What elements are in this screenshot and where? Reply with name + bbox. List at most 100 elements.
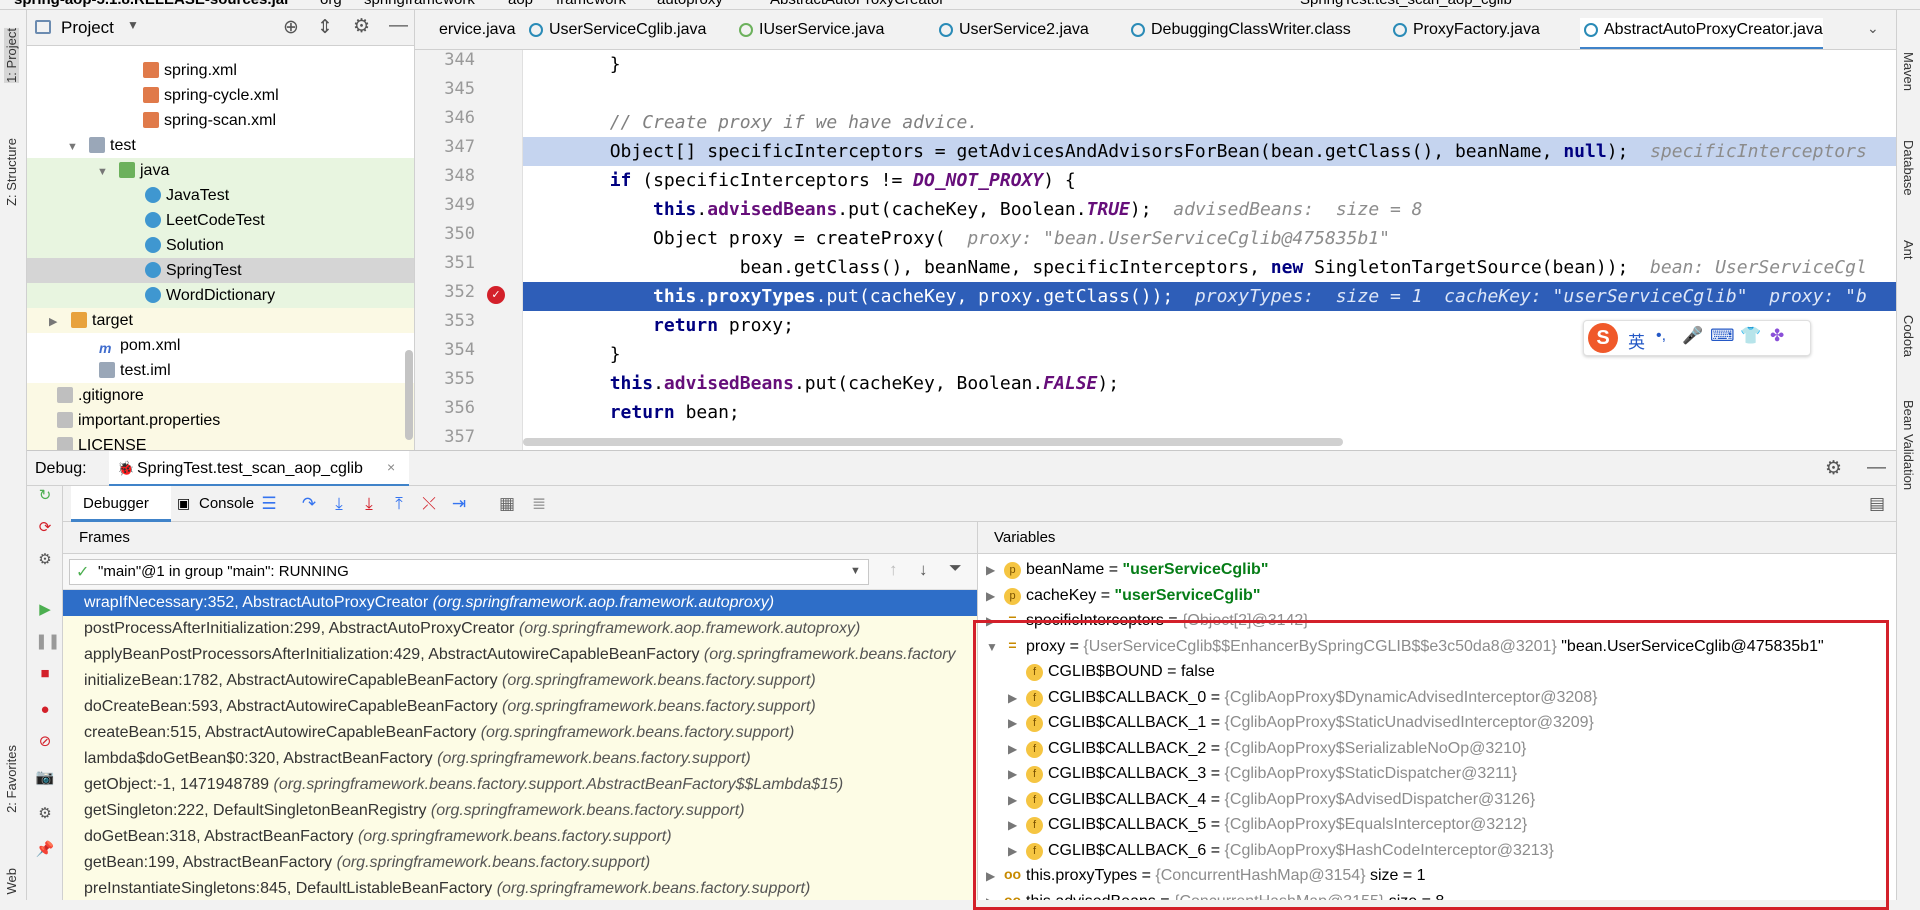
close-icon[interactable]: × [387,459,395,475]
tree-item-java-folder[interactable]: ▼ java [27,158,414,185]
database-tool-tab[interactable]: Database [1901,140,1916,196]
stack-frame-row[interactable]: preInstantiateSingletons:845, DefaultLis… [63,876,977,900]
run-to-cursor-icon[interactable]: ⇥ [449,494,469,514]
ime-toolbar[interactable]: S 英 •, 🎤 ⌨ 👕 ✤ [1583,320,1811,356]
tree-item-worddictionary[interactable]: WordDictionary [27,283,414,308]
stack-frame-row[interactable]: lambda$doGetBean$0:320, AbstractBeanFact… [63,746,977,772]
tree-item-spring-cycle-xml[interactable]: spring-cycle.xml [27,83,414,108]
variable-row[interactable]: ▶ p beanName = "userServiceCglib" [978,557,1896,582]
breadcrumb-class[interactable]: AbstractAutoProxyCreator [770,0,944,8]
breadcrumb-aop[interactable]: aop [508,0,533,8]
breadcrumb-springframework[interactable]: springframework [364,0,475,8]
code-editor[interactable]: } // Create proxy if we have advice. Obj… [523,50,1896,450]
maven-tool-tab[interactable]: Maven [1901,52,1916,91]
tree-item-pom-xml[interactable]: m pom.xml [27,333,414,358]
breadcrumb-framework[interactable]: framework [556,0,626,8]
editor-gutter[interactable]: 344 345 346 347 348 349 350 351 352 353 … [415,50,523,450]
tree-item-leetcodetest[interactable]: LeetCodeTest [27,208,414,233]
tab-proxyfactory-java[interactable]: ProxyFactory.java [1389,18,1540,49]
favorites-tool-tab[interactable]: 2: Favorites [4,745,19,813]
modify-run-icon[interactable]: ⚙ [35,550,55,570]
layout-settings-icon[interactable]: ▤ [1867,494,1887,514]
stack-frame-row[interactable]: initializeBean:1782, AbstractAutowireCap… [63,668,977,694]
force-step-into-icon[interactable]: ⤓ [359,494,379,514]
tree-item-test-iml[interactable]: test.iml [27,358,414,383]
stack-frame-row[interactable]: doGetBean:318, AbstractBeanFactory (org.… [63,824,977,850]
chevron-down-icon[interactable]: ▼ [97,160,111,185]
drop-frame-icon[interactable]: ⤬ [419,494,439,514]
rerun-icon[interactable]: ↻ [35,486,55,506]
minimize-icon[interactable]: — [389,15,408,37]
breadcrumb-org[interactable]: org [320,0,342,8]
locate-icon[interactable]: ⊕ [283,16,299,39]
step-into-icon[interactable]: ⤓ [329,494,349,514]
keyboard-icon[interactable]: ⌨ [1710,326,1735,346]
step-out-icon[interactable]: ⤒ [389,494,409,514]
stack-frame-row[interactable]: getBean:199, AbstractBeanFactory (org.sp… [63,850,977,876]
chevron-down-icon[interactable]: ▼ [67,135,81,160]
tree-item-target-folder[interactable]: ▶ target [27,308,414,335]
mute-breakpoints-icon[interactable]: ⊘ [35,732,55,752]
stack-frame-row[interactable]: doCreateBean:593, AbstractAutowireCapabl… [63,694,977,720]
gear-icon[interactable]: ⚙ [353,15,370,38]
project-panel-title[interactable]: Project [61,18,114,38]
ant-tool-tab[interactable]: Ant [1901,240,1916,260]
web-tool-tab[interactable]: Web [4,868,19,895]
chevron-right-icon[interactable]: ▶ [49,310,63,335]
rerun-failed-icon[interactable]: ⟳ [35,518,55,538]
bean-validation-tool-tab[interactable]: Bean Validation [1901,400,1916,490]
stop-icon[interactable]: ■ [35,664,55,684]
evaluate-expression-icon[interactable]: ▦ [497,494,517,514]
tab-userservicecglib-java[interactable]: UserServiceCglib.java [525,18,706,49]
chevron-right-icon[interactable]: ▶ [986,584,1004,609]
project-scrollbar[interactable] [405,350,413,440]
ime-lang-toggle[interactable]: 英 [1628,328,1645,353]
frame-down-icon[interactable]: ↓ [919,560,928,580]
tab-userservice2-java[interactable]: UserService2.java [935,18,1089,49]
tree-item-important-properties[interactable]: important.properties [27,408,414,433]
punctuation-icon[interactable]: •, [1656,327,1666,345]
pin-icon[interactable]: 📌 [35,840,55,860]
tab-debuggingclasswriter-class[interactable]: DebuggingClassWriter.class [1127,18,1351,49]
filter-icon[interactable]: ⏷ [949,560,962,578]
tree-item-license[interactable]: LICENSE [27,433,414,450]
stack-frame-row[interactable]: wrapIfNecessary:352, AbstractAutoProxyCr… [63,590,977,616]
trace-icon[interactable]: ≣ [529,494,549,514]
stack-frame-row[interactable]: getObject:-1, 1471948789 (org.springfram… [63,772,977,798]
tab-abstractautoproxycreator-java[interactable]: AbstractAutoProxyCreator.java [1580,18,1823,49]
codota-tool-tab[interactable]: Codota [1901,315,1916,357]
chevron-down-icon[interactable]: ▼ [850,565,861,577]
show-execution-point-icon[interactable]: ☰ [259,494,279,514]
tab-list-chevron-icon[interactable]: ⌄ [1867,20,1879,37]
frame-up-icon[interactable]: ↑ [889,560,898,580]
stack-frame-row[interactable]: applyBeanPostProcessorsAfterInitializati… [63,642,977,668]
debug-session-tab[interactable]: 🐞 SpringTest.test_scan_aop_cglib × [109,451,409,487]
pause-icon[interactable]: ❚❚ [35,632,60,652]
breadcrumb-jar[interactable]: spring-aop-5.1.8.RELEASE-sources.jar [14,0,290,8]
editor-horizontal-scrollbar[interactable] [523,438,1343,446]
stack-frame-row[interactable]: getSingleton:222, DefaultSingletonBeanRe… [63,798,977,824]
toolbox-icon[interactable]: ✤ [1770,326,1784,346]
tree-item-test-folder[interactable]: ▼ test [27,133,414,160]
camera-icon[interactable]: 📷 [35,768,55,788]
view-breakpoints-icon[interactable]: ● [35,700,55,720]
resume-icon[interactable]: ▶ [35,600,55,620]
tree-item-gitignore[interactable]: .gitignore [27,383,414,408]
thread-selector[interactable]: ✓ "main"@1 in group "main": RUNNING ▼ [69,559,869,585]
tree-item-spring-xml[interactable]: spring.xml [27,58,414,83]
settings-icon[interactable]: ⚙ [35,804,55,824]
structure-tool-tab[interactable]: Z: Structure [4,138,19,206]
variable-row[interactable]: ▶ p cacheKey = "userServiceCglib" [978,583,1896,608]
tab-debugger[interactable]: Debugger [71,486,171,522]
tree-item-javatest[interactable]: JavaTest [27,183,414,208]
gear-icon[interactable]: ⚙ [1825,457,1842,480]
minimize-icon[interactable]: — [1867,457,1886,479]
project-tool-tab[interactable]: 1: Project [4,28,19,83]
collapse-all-icon[interactable]: ⇕ [317,16,333,39]
breakpoint-icon[interactable]: ✓ [487,286,505,304]
run-config-selector[interactable]: SpringTest.test_scan_aop_cglib [1300,0,1512,8]
tab-iuserservice-java[interactable]: IUserService.java [735,18,884,49]
stack-frame-row[interactable]: postProcessAfterInitialization:299, Abst… [63,616,977,642]
breadcrumb-autoproxy[interactable]: autoproxy [657,0,723,8]
step-over-icon[interactable]: ↷ [299,494,319,514]
